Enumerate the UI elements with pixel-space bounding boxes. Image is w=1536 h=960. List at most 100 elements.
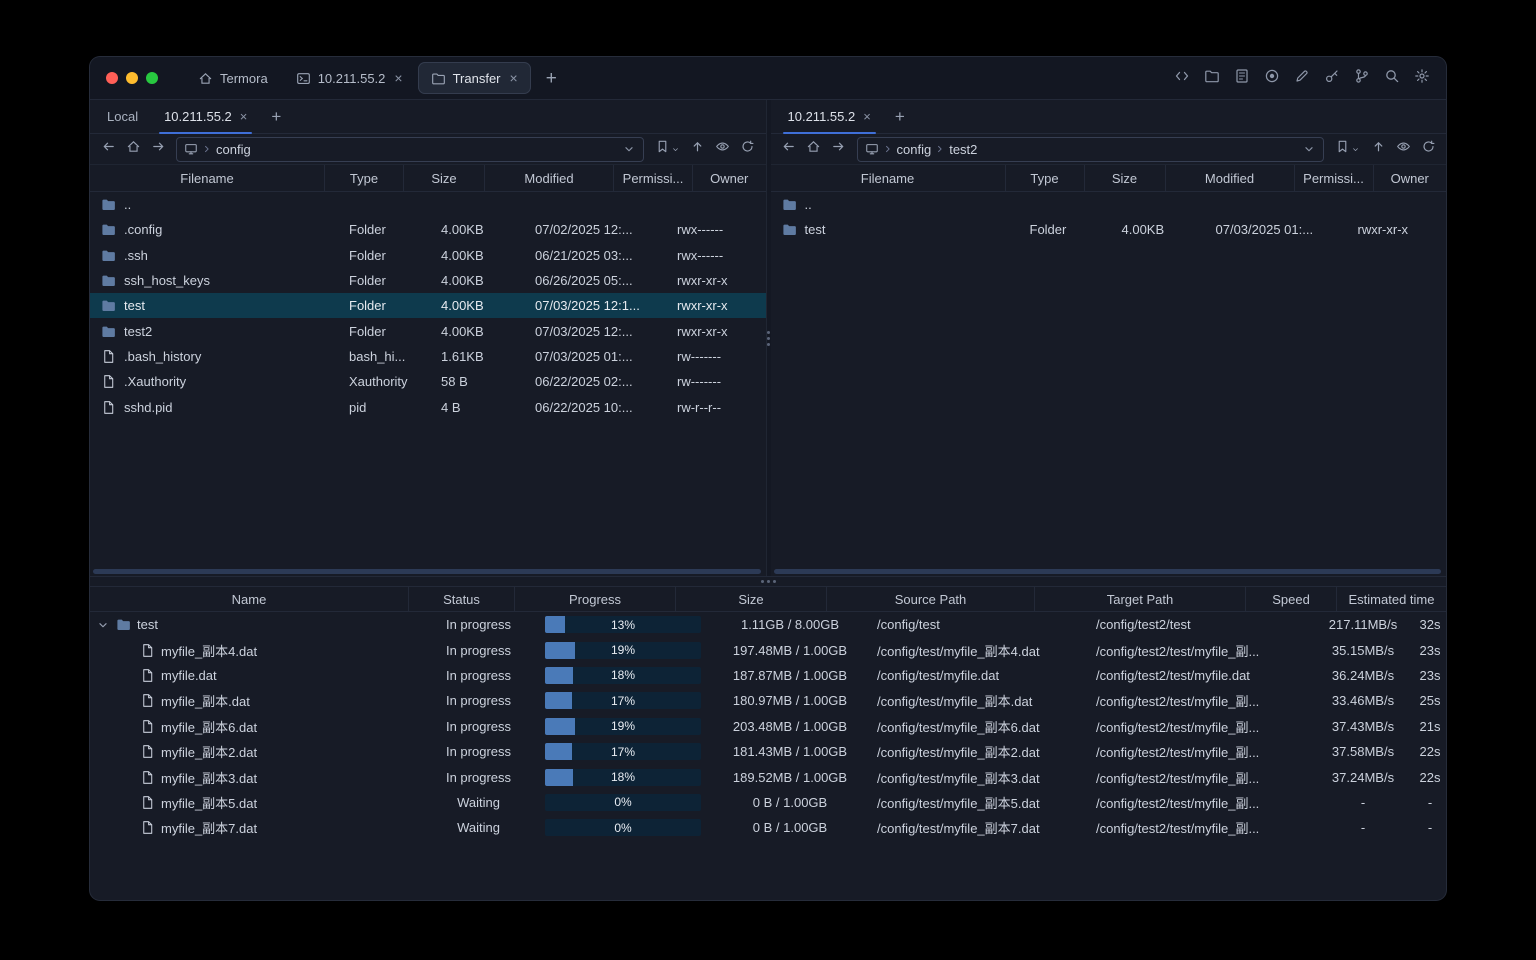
- transfer-item-name: myfile_副本4.dat: [161, 643, 258, 659]
- column-header-type[interactable]: Type: [1006, 165, 1085, 191]
- code-button[interactable]: [1169, 66, 1194, 91]
- key-button[interactable]: [1319, 66, 1344, 91]
- column-header-size[interactable]: Size: [1085, 165, 1166, 191]
- transfer-column-header-name[interactable]: Name: [90, 587, 409, 611]
- forward-button[interactable]: [827, 138, 851, 160]
- file-cell: 06/21/2025 03:...: [535, 247, 633, 263]
- horizontal-scrollbar-thumb[interactable]: [93, 569, 761, 574]
- settings-button[interactable]: [1409, 66, 1434, 91]
- column-header-size[interactable]: Size: [404, 165, 485, 191]
- file-row-test2[interactable]: test2 Folder 4.00KB 07/03/2025 12:... rwxr-x…: [90, 318, 766, 343]
- window-tab-10-211-55-2[interactable]: 10.211.55.2 ×: [283, 62, 416, 94]
- zoom-window-button[interactable]: [146, 72, 158, 84]
- column-header-modified[interactable]: Modified: [1166, 165, 1295, 191]
- path-segment-test2[interactable]: test2: [949, 142, 977, 157]
- transfer-row-myfile-7-dat[interactable]: myfile_副本7.dat Waiting 0% 0 B / 1.00GB/conf…: [90, 815, 1446, 840]
- bookmark-button[interactable]: [650, 138, 685, 160]
- transfer-row-myfile-5-dat[interactable]: myfile_副本5.dat Waiting 0% 0 B / 1.00GB/conf…: [90, 790, 1446, 815]
- record-icon: [1264, 68, 1280, 89]
- branch-button[interactable]: [1349, 66, 1374, 91]
- edit-button[interactable]: [1289, 66, 1314, 91]
- close-window-button[interactable]: [106, 72, 118, 84]
- pane-tab-10-211-55-2[interactable]: 10.211.55.2 ×: [775, 100, 884, 134]
- new-window-tab-button[interactable]: +: [532, 69, 571, 88]
- column-header-filename[interactable]: Filename: [771, 165, 1006, 191]
- search-button[interactable]: [1379, 66, 1404, 91]
- file-row-item[interactable]: ..: [90, 192, 766, 217]
- toggle-hidden-files-button[interactable]: [1391, 138, 1415, 160]
- path-segment-config[interactable]: config: [897, 142, 932, 157]
- chevron-down-icon[interactable]: [1302, 142, 1316, 156]
- folder-outline-button[interactable]: [1199, 66, 1224, 91]
- file-row-test[interactable]: test Folder 4.00KB 07/03/2025 12:1... rwxr-x…: [90, 293, 766, 319]
- transfer-row-myfile-6-dat[interactable]: myfile_副本6.dat In progress 19% 203.48MB / 1…: [90, 714, 1446, 739]
- record-button[interactable]: [1259, 66, 1284, 91]
- file-row-config[interactable]: .config Folder 4.00KB 07/02/2025 12:... rwx-…: [90, 217, 766, 242]
- chevron-down-icon[interactable]: [96, 618, 110, 632]
- file-row-bash-history[interactable]: .bash_history bash_hi... 1.61KB 07/03/2025 …: [90, 344, 766, 369]
- pane-tab-local[interactable]: Local: [94, 100, 151, 133]
- column-header-type[interactable]: Type: [325, 165, 404, 191]
- window-tab-transfer[interactable]: Transfer ×: [417, 62, 531, 94]
- transfer-column-header-estimated-time[interactable]: Estimated time: [1337, 587, 1446, 611]
- file-row-ssh-host-keys[interactable]: ssh_host_keys Folder 4.00KB 06/26/2025 05:.…: [90, 268, 766, 293]
- transfer-column-header-source-path[interactable]: Source Path: [827, 587, 1035, 611]
- right-path-breadcrumb[interactable]: config test2: [856, 136, 1324, 162]
- close-icon[interactable]: ×: [240, 109, 248, 124]
- pane-tab-10-211-55-2[interactable]: 10.211.55.2 ×: [151, 100, 260, 134]
- file-row-xauthority[interactable]: .Xauthority Xauthority 58 B 06/22/2025 02:.…: [90, 369, 766, 394]
- column-header-modified[interactable]: Modified: [485, 165, 614, 191]
- transfer-row-myfile-3-dat[interactable]: myfile_副本3.dat In progress 18% 189.52MB / 1…: [90, 764, 1446, 789]
- chevron-down-icon[interactable]: [622, 142, 636, 156]
- window-tab-termora[interactable]: Termora: [185, 62, 281, 94]
- upload-button[interactable]: [1366, 138, 1390, 160]
- file-row-test[interactable]: test Folder 4.00KB 07/03/2025 01:... rwxr-xr…: [771, 217, 1447, 242]
- toggle-hidden-files-button[interactable]: [711, 138, 735, 160]
- home-button[interactable]: [121, 138, 145, 160]
- transfer-progress-cell: 17%: [537, 743, 709, 761]
- refresh-button[interactable]: [736, 138, 760, 160]
- horizontal-scrollbar-thumb[interactable]: [773, 569, 1441, 574]
- column-header-filename[interactable]: Filename: [90, 165, 325, 191]
- file-name: .config: [124, 222, 163, 238]
- transfer-column-header-status[interactable]: Status: [409, 587, 515, 611]
- close-icon[interactable]: ×: [510, 71, 518, 85]
- horizontal-splitter[interactable]: [90, 577, 1446, 586]
- file-name-cell: .bash_history: [90, 349, 342, 364]
- file-row-sshd-pid[interactable]: sshd.pid pid 4 B 06/22/2025 10:... rw-r--r--: [90, 394, 766, 419]
- upload-button[interactable]: [686, 138, 710, 160]
- folder-icon: [101, 298, 116, 313]
- path-segment-config[interactable]: config: [216, 142, 251, 157]
- bookmark-button[interactable]: [1330, 138, 1365, 160]
- transfer-column-header-progress[interactable]: Progress: [515, 587, 676, 611]
- close-icon[interactable]: ×: [863, 109, 871, 124]
- transfer-row-test[interactable]: test In progress 13% 1.11GB / 8.00GB/config…: [90, 612, 1446, 637]
- transfer-row-myfile-2-dat[interactable]: myfile_副本2.dat In progress 17% 181.43MB / 1…: [90, 739, 1446, 764]
- minimize-window-button[interactable]: [126, 72, 138, 84]
- back-button[interactable]: [777, 138, 801, 160]
- log-button[interactable]: [1229, 66, 1254, 91]
- file-row-ssh[interactable]: .ssh Folder 4.00KB 06/21/2025 03:... rwx----…: [90, 243, 766, 268]
- home-button[interactable]: [802, 138, 826, 160]
- transfer-row-myfile-4-dat[interactable]: myfile_副本4.dat In progress 19% 197.48MB / 1…: [90, 637, 1446, 662]
- left-path-breadcrumb[interactable]: config: [176, 136, 644, 162]
- new-pane-tab-button[interactable]: +: [884, 100, 916, 133]
- column-header-owner[interactable]: Owner: [1374, 165, 1447, 191]
- transfer-row-myfile-dat[interactable]: myfile_副本.dat In progress 17% 180.97MB / 1.…: [90, 688, 1446, 713]
- transfer-name-cell: myfile_副本6.dat: [90, 717, 420, 736]
- close-icon[interactable]: ×: [394, 71, 402, 85]
- transfer-row-myfile-dat[interactable]: myfile.dat In progress 18% 187.87MB / 1.00G…: [90, 663, 1446, 688]
- column-header-owner[interactable]: Owner: [693, 165, 766, 191]
- transfer-column-header-speed[interactable]: Speed: [1246, 587, 1337, 611]
- refresh-button[interactable]: [1416, 138, 1440, 160]
- forward-button[interactable]: [146, 138, 170, 160]
- transfer-size: 1.11GB / 8.00GB: [740, 617, 840, 633]
- transfer-column-header-size[interactable]: Size: [676, 587, 827, 611]
- file-row-item[interactable]: ..: [771, 192, 1447, 217]
- transfer-column-header-target-path[interactable]: Target Path: [1035, 587, 1246, 611]
- transfer-progress-cell: 0%: [537, 793, 709, 811]
- column-header-permissi[interactable]: Permissi...: [1295, 165, 1374, 191]
- new-pane-tab-button[interactable]: +: [260, 100, 292, 133]
- back-button[interactable]: [96, 138, 120, 160]
- column-header-permissi[interactable]: Permissi...: [614, 165, 693, 191]
